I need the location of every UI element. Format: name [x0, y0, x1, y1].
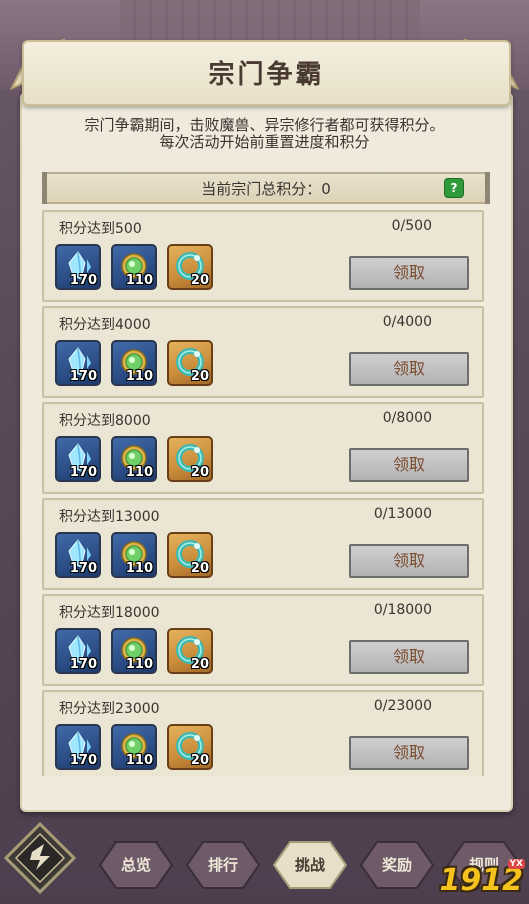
- task-row: 积分达到8000 0/8000 170 110 20 领取: [42, 402, 484, 494]
- reward-count: 170: [69, 561, 97, 576]
- task-list[interactable]: 积分达到500 0/500 170 110 20 领取 积分达到4000 0/4000 170 1…: [42, 208, 486, 776]
- description-line-2: 每次活动开始前重置进度和积分: [159, 133, 370, 151]
- reward-count: 110: [125, 561, 153, 576]
- task-title: 积分达到500: [59, 221, 142, 237]
- reward-count: 170: [69, 273, 97, 288]
- reward-count: 20: [190, 273, 209, 288]
- task-progress: 0/500: [391, 218, 432, 234]
- reward-item[interactable]: 170: [55, 628, 101, 674]
- claim-button[interactable]: 领取: [349, 256, 469, 290]
- reward-count: 170: [69, 369, 97, 384]
- task-row: 积分达到13000 0/13000 170 110 20 领取: [42, 498, 484, 590]
- reward-item[interactable]: 170: [55, 340, 101, 386]
- sect-emblem-icon[interactable]: [4, 822, 76, 894]
- reward-count: 110: [125, 657, 153, 672]
- reward-item[interactable]: 170: [55, 532, 101, 578]
- total-score-bar: 当前宗门总积分：0 ?: [42, 172, 490, 204]
- reward-count: 110: [125, 465, 153, 480]
- reward-item[interactable]: 20: [167, 436, 213, 482]
- reward-count: 20: [190, 561, 209, 576]
- reward-count: 20: [190, 753, 209, 768]
- nav-tab[interactable]: 排行: [183, 838, 263, 892]
- task-progress: 0/13000: [373, 506, 432, 522]
- site-watermark: 1912 YX: [440, 859, 525, 898]
- reward-item[interactable]: 170: [55, 436, 101, 482]
- nav-tab-label: 总览: [120, 856, 151, 874]
- task-title: 积分达到8000: [59, 413, 151, 429]
- task-progress: 0/18000: [373, 602, 432, 618]
- task-row: 积分达到500 0/500 170 110 20 领取: [42, 210, 484, 302]
- reward-item[interactable]: 20: [167, 532, 213, 578]
- task-row: 积分达到23000 0/23000 170 110 20 领取: [42, 690, 484, 776]
- reward-item[interactable]: 110: [111, 340, 157, 386]
- task-progress: 0/23000: [373, 698, 432, 714]
- page-title: 宗门争霸: [208, 60, 325, 90]
- reward-item[interactable]: 170: [55, 244, 101, 290]
- nav-tab[interactable]: 总览: [96, 838, 176, 892]
- task-title: 积分达到18000: [59, 605, 160, 621]
- reward-count: 110: [125, 273, 153, 288]
- claim-button[interactable]: 领取: [349, 736, 469, 770]
- reward-count: 110: [125, 369, 153, 384]
- task-progress: 0/8000: [382, 410, 432, 426]
- reward-count: 170: [69, 753, 97, 768]
- help-icon[interactable]: ?: [444, 178, 464, 198]
- reward-count: 170: [69, 657, 97, 672]
- nav-tab-label: 排行: [207, 856, 238, 874]
- reward-count: 110: [125, 753, 153, 768]
- reward-item[interactable]: 20: [167, 244, 213, 290]
- claim-button[interactable]: 领取: [349, 544, 469, 578]
- watermark-badge: YX: [507, 859, 525, 869]
- reward-item[interactable]: 110: [111, 628, 157, 674]
- nav-tab[interactable]: 奖励: [357, 838, 437, 892]
- claim-button[interactable]: 领取: [349, 352, 469, 386]
- title-banner: 宗门争霸: [22, 40, 511, 106]
- reward-item[interactable]: 170: [55, 724, 101, 770]
- reward-count: 170: [69, 465, 97, 480]
- task-title: 积分达到4000: [59, 317, 151, 333]
- reward-item[interactable]: 110: [111, 724, 157, 770]
- total-score-label: 当前宗门总积分：0: [201, 180, 331, 198]
- reward-item[interactable]: 110: [111, 244, 157, 290]
- task-row: 积分达到4000 0/4000 170 110 20 领取: [42, 306, 484, 398]
- reward-item[interactable]: 20: [167, 628, 213, 674]
- nav-tab-label: 奖励: [381, 856, 412, 874]
- reward-count: 20: [190, 465, 209, 480]
- reward-item[interactable]: 20: [167, 340, 213, 386]
- reward-count: 20: [190, 369, 209, 384]
- task-title: 积分达到23000: [59, 701, 160, 717]
- claim-button[interactable]: 领取: [349, 448, 469, 482]
- claim-button[interactable]: 领取: [349, 640, 469, 674]
- nav-tab[interactable]: 挑战: [270, 838, 350, 892]
- reward-item[interactable]: 110: [111, 532, 157, 578]
- task-title: 积分达到13000: [59, 509, 160, 525]
- task-row: 积分达到18000 0/18000 170 110 20 领取: [42, 594, 484, 686]
- reward-item[interactable]: 110: [111, 436, 157, 482]
- reward-count: 20: [190, 657, 209, 672]
- reward-item[interactable]: 20: [167, 724, 213, 770]
- task-progress: 0/4000: [382, 314, 432, 330]
- nav-tab-label: 挑战: [294, 856, 325, 874]
